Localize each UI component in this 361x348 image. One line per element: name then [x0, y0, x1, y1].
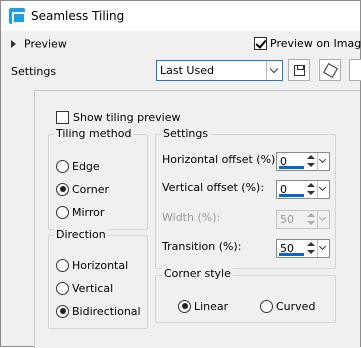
chevron-down-icon: [269, 64, 279, 74]
window-title: Seamless Tiling: [31, 9, 125, 23]
preview-label: Preview: [24, 37, 67, 51]
spin-down-icon: [307, 221, 315, 225]
value-dropdown[interactable]: [317, 153, 329, 170]
spin-up-icon[interactable]: [307, 183, 315, 187]
spin-buttons[interactable]: [306, 182, 316, 197]
chevron-down-icon: [318, 213, 327, 222]
radio-curved[interactable]: Curved: [260, 299, 315, 313]
radio-vertical[interactable]: Vertical: [56, 281, 113, 295]
radio-vertical-circle[interactable]: [56, 281, 69, 295]
reset-button[interactable]: [319, 59, 341, 81]
spin-up-icon[interactable]: [307, 242, 315, 246]
preset-dropdown-button[interactable]: [266, 61, 282, 80]
radio-bidirectional-circle[interactable]: [56, 304, 69, 318]
radio-mirror-label: Mirror: [72, 205, 105, 219]
preset-value: Last Used: [160, 64, 214, 77]
preview-expander[interactable]: Preview: [11, 37, 67, 51]
spin-buttons[interactable]: [306, 154, 316, 169]
preset-dropdown[interactable]: Last Used: [156, 60, 283, 81]
tiling-method-title: Tiling method: [54, 127, 134, 140]
radio-curved-circle[interactable]: [260, 299, 273, 313]
radio-horizontal-label: Horizontal: [72, 258, 129, 272]
radio-bidirectional[interactable]: Bidirectional: [56, 304, 141, 318]
save-preset-button[interactable]: [288, 59, 310, 81]
spin-buttons[interactable]: [306, 241, 316, 256]
radio-mirror[interactable]: Mirror: [56, 205, 104, 219]
direction-group: Direction Horizontal Vertical Bidirectio…: [48, 228, 148, 329]
radio-edge-circle[interactable]: [56, 159, 69, 173]
width-value: 50: [280, 213, 294, 226]
radio-horizontal-circle[interactable]: [56, 258, 69, 272]
spin-down-icon[interactable]: [307, 191, 315, 195]
slider-bar[interactable]: [279, 194, 304, 197]
radio-horizontal[interactable]: Horizontal: [56, 258, 128, 272]
value-dropdown: [317, 211, 329, 228]
preview-on-image-label: Preview on Image: [270, 36, 361, 50]
chevron-down-icon: [318, 242, 327, 251]
value-dropdown[interactable]: [317, 181, 329, 198]
vertical-offset-label: Vertical offset (%):: [162, 181, 265, 194]
width-label: Width (%):: [162, 211, 221, 224]
tiling-method-group: Tiling method Edge Corner Mirror: [48, 127, 148, 230]
value-dropdown[interactable]: [317, 240, 329, 257]
cube-icon: [322, 62, 339, 79]
spin-up-icon[interactable]: [307, 155, 315, 159]
chevron-down-icon: [318, 155, 327, 164]
transition-spinner[interactable]: 50: [276, 239, 330, 258]
radio-edge[interactable]: Edge: [56, 159, 100, 173]
show-tiling-preview-box[interactable]: [56, 110, 69, 124]
show-tiling-preview-checkbox[interactable]: Show tiling preview: [56, 110, 180, 124]
expand-arrow-icon: [11, 40, 16, 48]
offset-settings-group: Settings Horizontal offset (%): 0 Vertic…: [155, 127, 336, 269]
slider-bar[interactable]: [279, 166, 304, 169]
spin-down-icon[interactable]: [307, 163, 315, 167]
more-button[interactable]: [349, 59, 361, 81]
spin-up-icon: [307, 213, 315, 217]
radio-curved-label: Curved: [276, 299, 316, 313]
radio-corner-circle[interactable]: [56, 182, 69, 196]
radio-edge-label: Edge: [72, 159, 100, 173]
spin-buttons: [306, 212, 316, 227]
preview-on-image-checkbox[interactable]: Preview on Image: [254, 36, 361, 50]
radio-linear[interactable]: Linear: [178, 299, 228, 313]
radio-linear-circle[interactable]: [178, 299, 191, 313]
corner-style-group: Corner style Linear Curved: [155, 267, 336, 323]
slider-bar[interactable]: [279, 253, 304, 256]
direction-title: Direction: [54, 228, 108, 241]
preview-on-image-box[interactable]: [254, 36, 267, 50]
width-spinner: 50: [276, 210, 330, 229]
title-bar: Seamless Tiling: [1, 1, 360, 31]
dialog-window: Seamless Tiling Preview Preview on Image…: [0, 0, 361, 348]
save-icon: [294, 65, 305, 76]
radio-linear-label: Linear: [194, 299, 229, 313]
radio-corner[interactable]: Corner: [56, 182, 109, 196]
settings-group-title: Settings: [161, 127, 211, 140]
horizontal-offset-spinner[interactable]: 0: [276, 152, 330, 171]
spin-down-icon[interactable]: [307, 250, 315, 254]
chevron-down-icon: [318, 183, 327, 192]
radio-bidirectional-label: Bidirectional: [72, 304, 141, 318]
settings-label: Settings: [11, 65, 57, 78]
radio-corner-label: Corner: [72, 182, 110, 196]
app-icon: [9, 8, 26, 24]
corner-style-title: Corner style: [162, 267, 233, 280]
horizontal-offset-label: Horizontal offset (%):: [162, 153, 280, 166]
show-tiling-preview-label: Show tiling preview: [73, 110, 181, 124]
radio-mirror-circle[interactable]: [56, 205, 69, 219]
vertical-offset-spinner[interactable]: 0: [276, 180, 330, 199]
transition-label: Transition (%):: [162, 240, 242, 253]
radio-vertical-label: Vertical: [72, 281, 114, 295]
